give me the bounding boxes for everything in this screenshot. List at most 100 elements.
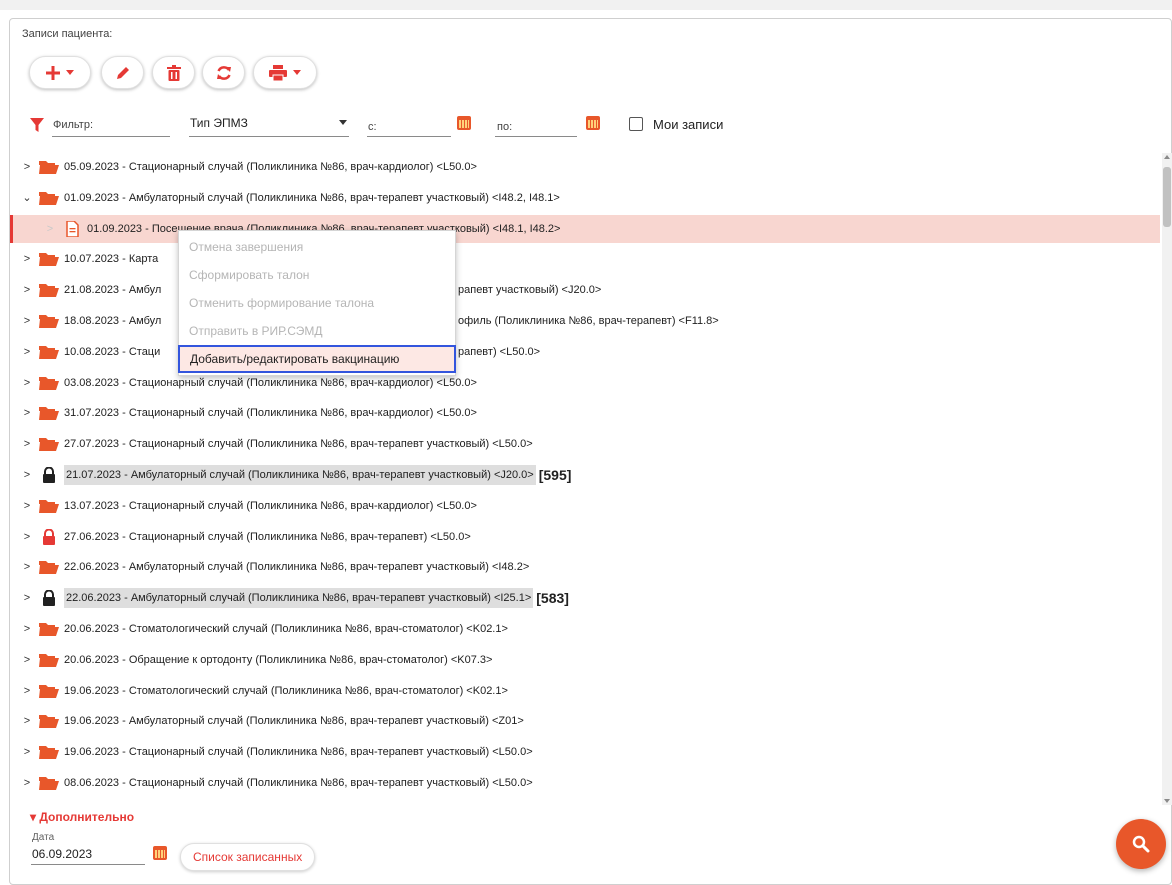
record-row[interactable]: >13.07.2023 - Стационарный случай (Полик… bbox=[10, 492, 1160, 520]
record-row[interactable]: >21.07.2023 - Амбулаторный случай (Полик… bbox=[10, 461, 1160, 489]
chevron-down-icon[interactable]: ⌄ bbox=[20, 191, 34, 204]
date-to-label: по: bbox=[497, 121, 513, 133]
search-button[interactable] bbox=[1116, 819, 1166, 869]
folder-icon bbox=[39, 253, 59, 267]
scroll-thumb[interactable] bbox=[1163, 167, 1171, 227]
edit-button[interactable] bbox=[101, 56, 144, 89]
record-icon bbox=[61, 220, 83, 238]
folder-icon bbox=[39, 653, 59, 667]
folder-icon bbox=[39, 684, 59, 698]
record-text: 27.07.2023 - Стационарный случай (Поликл… bbox=[64, 438, 533, 451]
context-menu-item[interactable]: Сформировать талон bbox=[179, 261, 455, 289]
chevron-right-icon[interactable]: > bbox=[20, 377, 34, 389]
refresh-button[interactable] bbox=[202, 56, 245, 89]
record-row[interactable]: >20.06.2023 - Стоматологический случай (… bbox=[10, 615, 1160, 643]
record-text: 22.06.2023 - Амбулаторный случай (Поликл… bbox=[64, 588, 534, 609]
chevron-right-icon[interactable]: > bbox=[20, 500, 34, 512]
chevron-right-icon[interactable]: > bbox=[20, 623, 34, 635]
chevron-right-icon[interactable]: > bbox=[20, 315, 34, 327]
record-row[interactable]: >27.06.2023 - Стационарный случай (Полик… bbox=[10, 523, 1160, 551]
my-records-checkbox[interactable] bbox=[629, 117, 643, 131]
scroll-down-icon[interactable] bbox=[1164, 799, 1170, 803]
chevron-right-icon[interactable]: > bbox=[20, 253, 34, 265]
chevron-right-icon[interactable]: > bbox=[20, 592, 34, 604]
chevron-right-icon[interactable]: > bbox=[20, 654, 34, 666]
chevron-right-icon[interactable]: > bbox=[20, 161, 34, 173]
record-icon bbox=[38, 404, 60, 422]
record-icon bbox=[38, 528, 60, 546]
record-row[interactable]: >31.07.2023 - Стационарный случай (Полик… bbox=[10, 399, 1160, 427]
chevron-right-icon[interactable]: > bbox=[20, 777, 34, 789]
chevron-right-icon[interactable]: > bbox=[20, 746, 34, 758]
calendar-icon[interactable] bbox=[153, 846, 167, 860]
printer-icon bbox=[269, 64, 287, 81]
folder-icon bbox=[39, 746, 59, 760]
context-menu-item[interactable]: Добавить/редактировать вакцинацию bbox=[178, 345, 456, 373]
record-icon bbox=[38, 743, 60, 761]
record-icon bbox=[38, 466, 60, 484]
filter-input[interactable] bbox=[52, 136, 170, 137]
chevron-right-icon[interactable]: > bbox=[20, 407, 34, 419]
record-icon bbox=[38, 435, 60, 453]
record-row[interactable]: >05.09.2023 - Стационарный случай (Полик… bbox=[10, 153, 1160, 181]
extra-section-toggle[interactable]: ▾ Дополнительно bbox=[30, 810, 134, 824]
record-row[interactable]: >22.06.2023 - Амбулаторный случай (Полик… bbox=[10, 553, 1160, 581]
lock-icon bbox=[43, 528, 55, 545]
date-from-input[interactable] bbox=[367, 136, 451, 137]
chevron-right-icon[interactable]: > bbox=[20, 346, 34, 358]
record-row[interactable]: >19.06.2023 - Стационарный случай (Полик… bbox=[10, 738, 1160, 766]
folder-icon bbox=[39, 561, 59, 575]
record-row[interactable]: >19.06.2023 - Амбулаторный случай (Полик… bbox=[10, 707, 1160, 735]
record-row[interactable]: >08.06.2023 - Стационарный случай (Полик… bbox=[10, 769, 1160, 797]
filter-label: Фильтр: bbox=[53, 119, 94, 131]
lock-icon bbox=[43, 467, 55, 483]
chevron-right-icon[interactable]: > bbox=[20, 715, 34, 727]
record-icon bbox=[38, 343, 60, 361]
record-row[interactable]: >22.06.2023 - Амбулаторный случай (Полик… bbox=[10, 584, 1160, 612]
registered-list-button[interactable]: Список записанных bbox=[180, 843, 316, 871]
context-menu-item[interactable]: Отменить формирование талона bbox=[179, 289, 455, 317]
date-field[interactable]: 06.09.2023 bbox=[32, 847, 92, 861]
delete-button[interactable] bbox=[152, 56, 195, 89]
document-icon bbox=[66, 220, 79, 237]
record-icon bbox=[38, 281, 60, 299]
chevron-right-icon[interactable]: > bbox=[20, 561, 34, 573]
calendar-icon[interactable] bbox=[457, 116, 471, 130]
folder-icon bbox=[39, 623, 59, 636]
record-row[interactable]: >27.07.2023 - Стационарный случай (Полик… bbox=[10, 430, 1160, 458]
record-row[interactable]: ⌄ 01.09.2023 - Амбулаторный случай (Полик… bbox=[10, 184, 1160, 212]
chevron-right-icon[interactable]: > bbox=[20, 685, 34, 697]
record-text: 10.08.2023 - Стаци bbox=[64, 345, 161, 358]
record-text: 20.06.2023 - Стоматологический случай (П… bbox=[64, 623, 508, 635]
record-row[interactable]: >19.06.2023 - Стоматологический случай (… bbox=[10, 677, 1160, 705]
chevron-down-icon bbox=[66, 70, 74, 75]
date-underline bbox=[31, 864, 145, 865]
record-type-select[interactable]: Тип ЭПМЗ bbox=[190, 116, 248, 130]
chevron-right-icon[interactable]: > bbox=[20, 284, 34, 296]
record-text: 08.06.2023 - Стационарный случай (Поликл… bbox=[64, 777, 533, 789]
date-to-input[interactable] bbox=[495, 136, 577, 137]
print-button[interactable] bbox=[253, 56, 317, 89]
record-text: 03.08.2023 - Стационарный случай (Поликл… bbox=[64, 376, 477, 389]
record-text: 21.08.2023 - Амбул bbox=[64, 284, 162, 297]
folder-icon bbox=[39, 161, 59, 174]
calendar-icon[interactable] bbox=[586, 116, 600, 130]
add-button[interactable] bbox=[29, 56, 91, 89]
record-row[interactable]: >20.06.2023 - Обращение к ортодонту (Пол… bbox=[10, 646, 1160, 674]
record-icon bbox=[38, 558, 60, 576]
context-menu-item[interactable]: Отправить в РИР.СЭМД bbox=[179, 317, 455, 345]
chevron-right-icon[interactable]: > bbox=[20, 469, 34, 481]
scroll-up-icon[interactable] bbox=[1164, 155, 1170, 159]
panel-title: Записи пациента: bbox=[22, 28, 113, 40]
folder-icon bbox=[39, 376, 59, 390]
record-icon bbox=[38, 158, 60, 176]
context-menu-item[interactable]: Отмена завершения bbox=[179, 233, 455, 261]
chevron-right-icon[interactable]: > bbox=[43, 223, 57, 235]
record-icon bbox=[38, 774, 60, 792]
scrollbar[interactable] bbox=[1162, 153, 1172, 805]
chevron-right-icon[interactable]: > bbox=[20, 531, 34, 543]
record-text: 27.06.2023 - Стационарный случай (Поликл… bbox=[64, 530, 471, 543]
folder-icon bbox=[39, 345, 59, 359]
chevron-right-icon[interactable]: > bbox=[20, 438, 34, 450]
record-text: 19.06.2023 - Стоматологический случай (П… bbox=[64, 684, 508, 697]
